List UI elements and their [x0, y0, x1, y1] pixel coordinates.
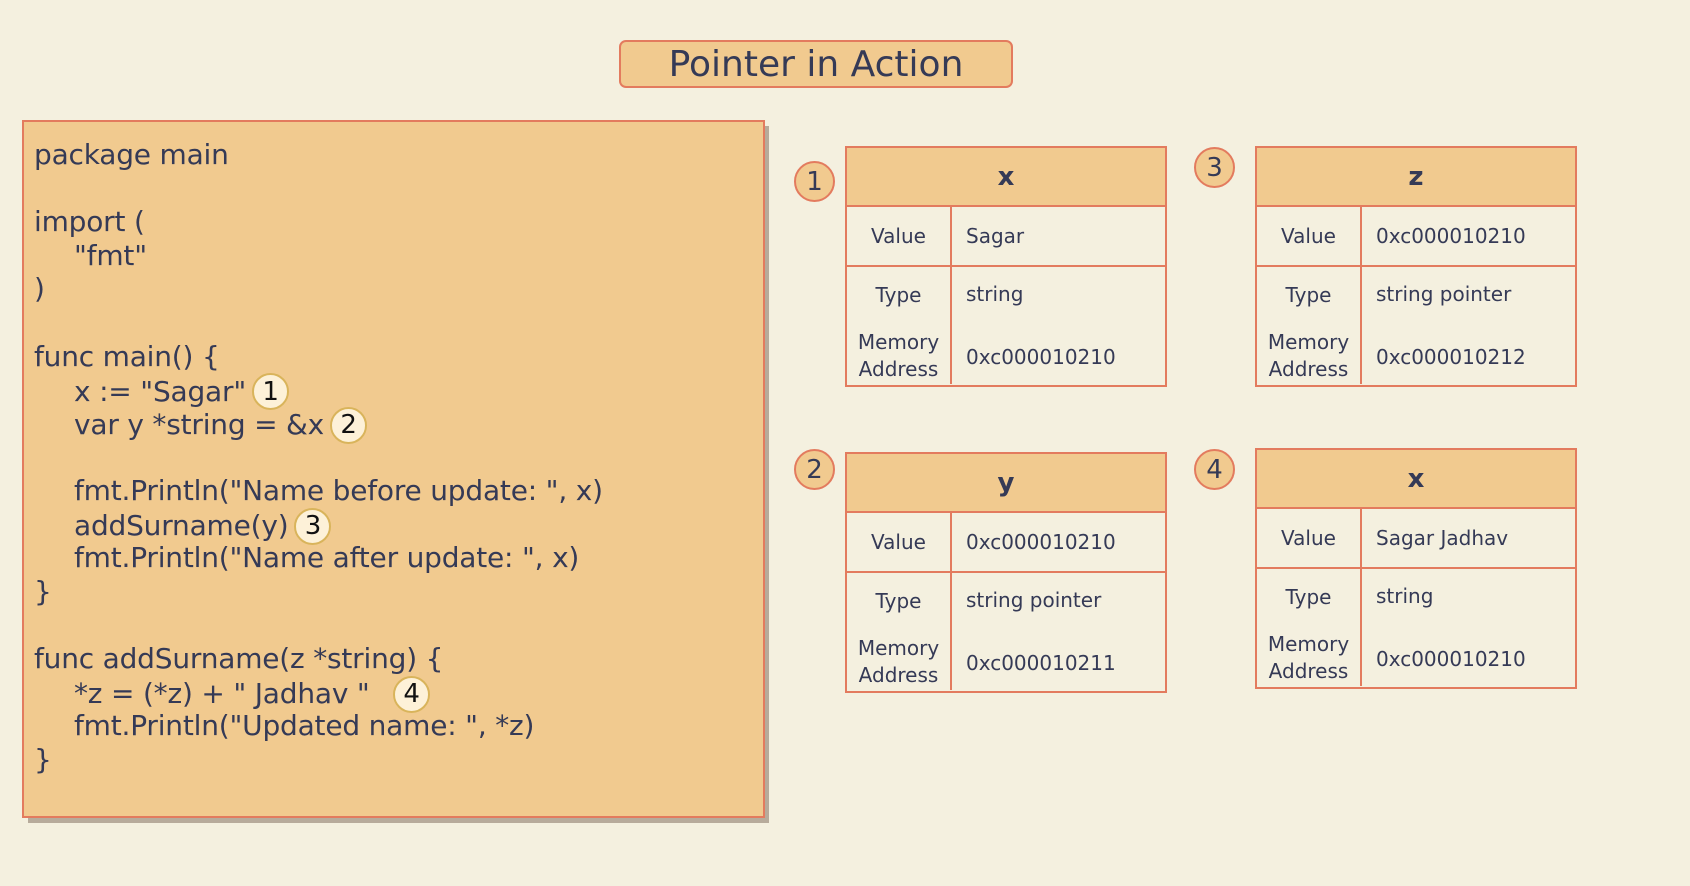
code-text: import ( [34, 205, 145, 239]
card-details-row: Type Memory Address string 0xc000010210 [847, 267, 1165, 384]
value-label: Value [847, 513, 952, 571]
memory-card-step-3: z Value 0xc000010210 Type Memory Address… [1255, 146, 1577, 387]
code-text: var y *string = &x [74, 408, 325, 442]
code-line: var y *string = &x 2 [74, 406, 368, 444]
memory-card-step-1: x Value Sagar Type Memory Address string… [845, 146, 1167, 387]
type-text: string pointer [1376, 282, 1512, 307]
details-value-col: string pointer 0xc000010211 [952, 573, 1165, 690]
memory-address-label: Memory Address [1268, 324, 1349, 385]
address-text: 0xc000010212 [1376, 344, 1526, 369]
code-line: fmt.Println("Name before update: ", x) [74, 474, 603, 508]
memory-label-line2: Address [858, 662, 939, 687]
address-text: 0xc000010211 [966, 650, 1116, 675]
value-text: Sagar Jadhav [1376, 526, 1509, 550]
code-step-marker-4: 4 [393, 675, 430, 713]
code-step-marker-3: 3 [294, 507, 332, 545]
step-marker-1: 1 [794, 161, 835, 202]
card-variable-name: z [1257, 148, 1575, 207]
value-label: Value [1257, 207, 1362, 265]
card-value-row: Value 0xc000010210 [1257, 207, 1575, 267]
memory-label-line1: Memory [1267, 329, 1350, 354]
code-line: addSurname(y) 3 [74, 507, 332, 545]
code-step-marker-2: 2 [330, 406, 368, 444]
code-text: package main [34, 138, 229, 171]
code-text: addSurname(y) [74, 509, 289, 543]
memory-address-label: Memory Address [858, 630, 939, 691]
code-text: fmt.Println("Name before update: ", x) [74, 474, 603, 507]
details-label-col: Type Memory Address [1257, 267, 1362, 384]
card-variable-name: y [847, 454, 1165, 513]
code-line: func addSurname(z *string) { [34, 642, 443, 676]
code-line: x := "Sagar" 1 [74, 373, 289, 411]
code-line: } [34, 575, 52, 609]
code-text: ) [34, 272, 45, 306]
code-line: "fmt" [74, 239, 147, 273]
step-marker-3: 3 [1194, 147, 1235, 188]
value-label: Value [847, 207, 952, 265]
memory-label-line2: Address [1268, 356, 1349, 381]
code-text: *z = (*z) + " Jadhav " [74, 677, 387, 711]
address-text: 0xc000010210 [966, 344, 1116, 369]
code-text: func addSurname(z *string) { [34, 642, 444, 675]
code-text: } [34, 742, 52, 776]
code-line: import ( [34, 205, 145, 239]
details-value-col: string 0xc000010210 [952, 267, 1165, 384]
type-label: Type [875, 283, 922, 308]
memory-label-line1: Memory [857, 329, 940, 354]
type-label: Type [1285, 283, 1332, 308]
type-text: string [1376, 584, 1434, 609]
code-text: "fmt" [74, 238, 147, 272]
value-text: 0xc000010210 [1376, 224, 1526, 248]
code-line: *z = (*z) + " Jadhav " 4 [74, 675, 430, 713]
address-text: 0xc000010210 [1376, 646, 1526, 671]
details-value-col: string 0xc000010210 [1362, 569, 1575, 686]
card-value-row: Value Sagar Jadhav [1257, 509, 1575, 569]
step-marker-4: 4 [1194, 449, 1235, 490]
details-value-col: string pointer 0xc000010212 [1362, 267, 1575, 384]
value-label: Value [1257, 509, 1362, 567]
memory-label-line2: Address [1268, 658, 1349, 683]
code-text: } [34, 574, 52, 608]
code-line: ) [34, 272, 45, 306]
card-variable-name: x [1257, 450, 1575, 509]
code-line: } [34, 743, 52, 777]
code-text: fmt.Println("Updated name: ", *z) [74, 709, 535, 743]
code-line: fmt.Println("Name after update: ", x) [74, 541, 579, 575]
code-text: x := "Sagar" [74, 374, 246, 408]
memory-address-label: Memory Address [1268, 626, 1349, 687]
card-value-row: Value 0xc000010210 [847, 513, 1165, 573]
step-marker-2: 2 [794, 449, 835, 490]
memory-label-line2: Address [858, 356, 939, 381]
code-line: package main [34, 138, 229, 172]
card-details-row: Type Memory Address string pointer 0xc00… [1257, 267, 1575, 384]
diagram-title: Pointer in Action [619, 40, 1013, 88]
card-variable-name: x [847, 148, 1165, 207]
code-text: fmt.Println("Name after update: ", x) [74, 541, 580, 575]
card-value-row: Value Sagar [847, 207, 1165, 267]
memory-label-line1: Memory [1267, 631, 1350, 656]
memory-address-label: Memory Address [858, 324, 939, 385]
code-panel: package main import ("fmt") func main() {x… [22, 120, 765, 818]
code-text: func main() { [34, 339, 220, 373]
memory-card-step-2: y Value 0xc000010210 Type Memory Address… [845, 452, 1167, 693]
type-text: string [966, 282, 1024, 307]
card-details-row: Type Memory Address string pointer 0xc00… [847, 573, 1165, 690]
value-text: Sagar [966, 224, 1025, 248]
code-line: fmt.Println("Updated name: ", *z) [74, 709, 534, 743]
memory-label-line1: Memory [857, 635, 940, 660]
value-text: 0xc000010210 [966, 530, 1116, 554]
type-label: Type [1285, 585, 1332, 610]
details-label-col: Type Memory Address [847, 573, 952, 690]
code-step-marker-1: 1 [252, 373, 289, 411]
details-label-col: Type Memory Address [1257, 569, 1362, 686]
details-label-col: Type Memory Address [847, 267, 952, 384]
code-line: func main() { [34, 340, 220, 374]
type-text: string pointer [966, 588, 1102, 613]
type-label: Type [875, 589, 922, 614]
card-details-row: Type Memory Address string 0xc000010210 [1257, 569, 1575, 686]
memory-card-step-4: x Value Sagar Jadhav Type Memory Address… [1255, 448, 1577, 689]
